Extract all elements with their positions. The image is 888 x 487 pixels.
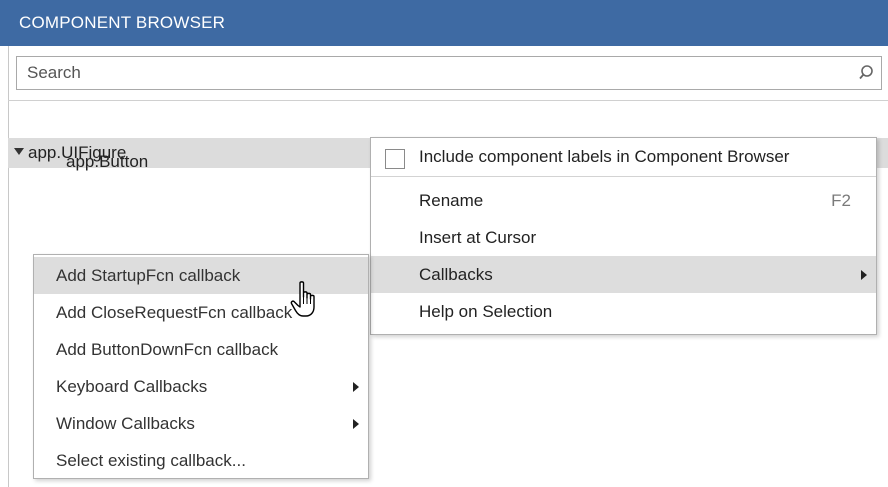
panel-title: COMPONENT BROWSER: [19, 13, 226, 32]
menu-item-label: Insert at Cursor: [419, 228, 537, 247]
menu-item-label: Add ButtonDownFcn callback: [56, 340, 279, 359]
tree-node-button[interactable]: app.Button: [66, 147, 148, 177]
menu-item-label: Select existing callback...: [56, 451, 246, 470]
menu-item-label: Help on Selection: [419, 302, 553, 321]
search-icon[interactable]: [853, 57, 881, 89]
menu-item-label: Window Callbacks: [56, 414, 195, 433]
expand-arrow-icon[interactable]: [14, 148, 24, 155]
menu-item-callbacks[interactable]: Callbacks: [371, 256, 876, 293]
panel-header: COMPONENT BROWSER: [0, 0, 888, 46]
shortcut-label: F2: [831, 191, 851, 210]
submenu-item-window-callbacks[interactable]: Window Callbacks: [34, 405, 368, 442]
context-menu: Include component labels in Component Br…: [370, 137, 877, 335]
menu-divider: [371, 176, 876, 177]
menu-item-rename[interactable]: Rename F2: [371, 182, 876, 219]
submenu-arrow-icon: [861, 270, 867, 280]
submenu-item-select-existing[interactable]: Select existing callback...: [34, 442, 368, 479]
search-placeholder: Search: [27, 63, 81, 82]
submenu-arrow-icon: [353, 419, 359, 429]
hand-pointer-icon: [290, 280, 324, 320]
menu-item-label: Add CloseRequestFcn callback: [56, 303, 293, 322]
menu-item-label: Include component labels in Component Br…: [419, 147, 790, 166]
search-divider: [8, 100, 888, 101]
menu-item-label: Rename: [419, 191, 484, 210]
menu-item-label: Keyboard Callbacks: [56, 377, 208, 396]
menu-item-help-on-selection[interactable]: Help on Selection: [371, 293, 876, 330]
search-input[interactable]: Search: [16, 56, 882, 90]
menu-item-include-labels[interactable]: Include component labels in Component Br…: [371, 138, 876, 175]
include-labels-checkbox[interactable]: [385, 149, 405, 169]
menu-item-insert-at-cursor[interactable]: Insert at Cursor: [371, 219, 876, 256]
submenu-item-add-buttondownfcn[interactable]: Add ButtonDownFcn callback: [34, 331, 368, 368]
menu-item-label: Callbacks: [419, 265, 493, 284]
menu-item-label: Add StartupFcn callback: [56, 266, 241, 285]
submenu-arrow-icon: [353, 382, 359, 392]
submenu-item-keyboard-callbacks[interactable]: Keyboard Callbacks: [34, 368, 368, 405]
